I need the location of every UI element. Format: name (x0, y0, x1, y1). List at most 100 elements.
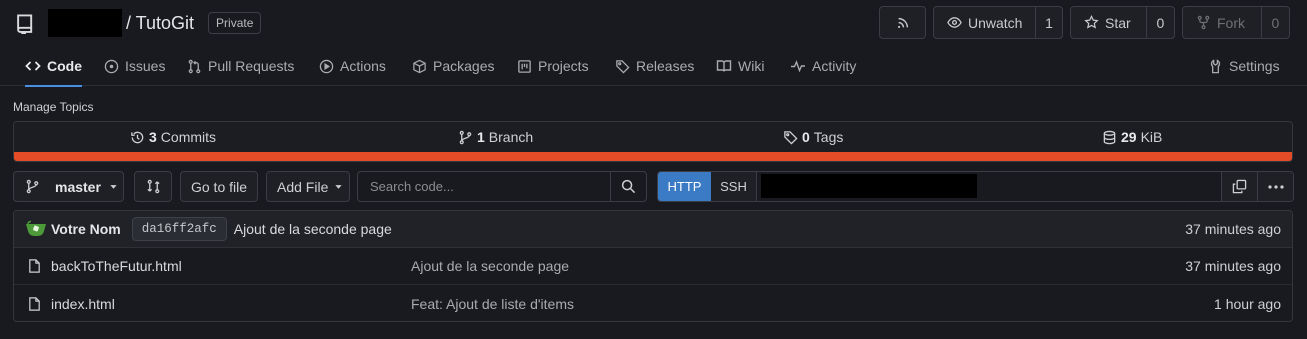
copy-button[interactable] (1221, 172, 1257, 201)
manage-topics-link[interactable]: Manage Topics (13, 100, 94, 114)
pull-request-icon (187, 59, 202, 74)
watch-group: Unwatch 1 (933, 6, 1063, 39)
tab-label: Issues (125, 58, 166, 74)
ellipsis-icon (1267, 184, 1284, 189)
commit-time: 37 minutes ago (1185, 221, 1281, 237)
commit-author[interactable]: Votre Nom (51, 221, 121, 237)
package-icon (412, 59, 427, 74)
tag-icon (783, 130, 798, 145)
tab-label: Code (47, 58, 82, 74)
search-icon (621, 179, 636, 194)
tab-settings[interactable]: Settings (1208, 46, 1280, 86)
language-bar[interactable] (14, 152, 1292, 161)
redacted-url (761, 174, 977, 198)
tab-projects[interactable]: Projects (517, 46, 589, 86)
branch-icon (458, 130, 473, 145)
tab-label: Actions (340, 58, 386, 74)
tab-label: Activity (812, 58, 857, 74)
compare-button[interactable] (134, 171, 172, 202)
star-button[interactable]: Star (1071, 7, 1147, 38)
redacted-owner (48, 9, 122, 37)
wrench-icon (1208, 58, 1223, 74)
add-file-dropdown[interactable]: Add File (266, 171, 350, 202)
commits-stat[interactable]: 3 Commits (130, 129, 216, 145)
branch-icon (25, 179, 40, 194)
clone-panel: HTTP SSH (657, 171, 1294, 202)
file-icon (27, 296, 42, 312)
commit-sha[interactable]: da16ff2afc (131, 217, 227, 241)
tab-packages[interactable]: Packages (412, 46, 494, 86)
repo-name-link[interactable]: / TutoGit (126, 13, 194, 34)
project-icon (517, 59, 532, 74)
tags-label: Tags (813, 129, 844, 145)
watch-label: Unwatch (968, 14, 1023, 31)
search-input[interactable] (358, 172, 610, 201)
latest-commit-row: Votre Nom da16ff2afc Ajout de la seconde… (14, 211, 1292, 248)
star-icon (1084, 15, 1099, 30)
go-to-file-button[interactable]: Go to file (180, 171, 258, 202)
file-commit-message[interactable]: Feat: Ajout de liste d'items (411, 296, 574, 312)
tab-label: Packages (433, 58, 495, 74)
add-file-label: Add File (277, 178, 329, 195)
watch-count[interactable]: 1 (1036, 7, 1062, 38)
http-tab[interactable]: HTTP (658, 172, 711, 201)
table-row: index.html Feat: Ajout de liste d'items … (14, 285, 1292, 321)
file-table: Votre Nom da16ff2afc Ajout de la seconde… (13, 210, 1293, 322)
branch-name: master (55, 178, 101, 195)
play-icon (319, 59, 334, 74)
table-row: backToTheFutur.html Ajout de la seconde … (14, 248, 1292, 285)
ssh-tab[interactable]: SSH (711, 172, 757, 201)
search-button[interactable] (610, 172, 646, 201)
fork-icon (1196, 15, 1211, 30)
star-count[interactable]: 0 (1147, 7, 1174, 38)
file-icon (27, 258, 42, 274)
rss-icon (896, 16, 910, 30)
chevron-down-icon (334, 182, 343, 191)
copy-icon (1232, 179, 1247, 194)
tab-actions[interactable]: Actions (319, 46, 386, 86)
star-label: Star (1105, 14, 1131, 31)
tab-label: Settings (1229, 58, 1280, 74)
chevron-down-icon (109, 182, 118, 191)
file-commit-message[interactable]: Ajout de la seconde page (411, 258, 569, 274)
branch-stat[interactable]: 1 Branch (458, 129, 533, 145)
tab-issues[interactable]: Issues (104, 46, 165, 86)
file-name[interactable]: index.html (51, 296, 115, 312)
commits-label: Commits (160, 129, 217, 145)
tab-pull-requests[interactable]: Pull Requests (187, 46, 294, 86)
repo-tabs: Code Issues Pull Requests Actions Packag… (0, 46, 1307, 87)
tab-label: Projects (538, 58, 589, 74)
file-name[interactable]: backToTheFutur.html (51, 258, 182, 274)
fork-count[interactable]: 0 (1262, 7, 1289, 38)
fork-button[interactable]: Fork (1183, 7, 1262, 38)
tab-code[interactable]: Code (25, 46, 82, 87)
clone-url-field[interactable] (757, 172, 1221, 201)
fork-label: Fork (1217, 14, 1245, 31)
tag-icon (615, 59, 630, 74)
visibility-badge: Private (208, 12, 262, 34)
code-icon (25, 58, 41, 74)
commit-message[interactable]: Ajout de la seconde page (234, 221, 392, 237)
file-time: 37 minutes ago (1185, 258, 1281, 274)
rss-button[interactable] (879, 6, 926, 39)
fork-group: Fork 0 (1182, 6, 1290, 39)
tab-label: Pull Requests (208, 58, 295, 74)
tab-releases[interactable]: Releases (615, 46, 694, 86)
tags-stat[interactable]: 0 Tags (783, 129, 843, 145)
size-value: 29 (1121, 129, 1137, 145)
repo-header: / TutoGit Private (14, 8, 262, 38)
repo-icon (14, 12, 36, 34)
tab-label: Wiki (738, 58, 765, 74)
branch-count: 1 (477, 129, 485, 145)
watch-button[interactable]: Unwatch (934, 7, 1036, 38)
more-options-button[interactable] (1257, 172, 1293, 201)
commits-count: 3 (149, 129, 157, 145)
tab-label: Releases (636, 58, 695, 74)
eye-icon (947, 15, 962, 30)
tab-wiki[interactable]: Wiki (716, 46, 764, 86)
history-icon (130, 130, 145, 145)
tab-activity[interactable]: Activity (790, 46, 856, 86)
avatar[interactable] (25, 220, 47, 238)
branch-dropdown[interactable]: master (13, 171, 124, 202)
issue-icon (104, 59, 119, 74)
